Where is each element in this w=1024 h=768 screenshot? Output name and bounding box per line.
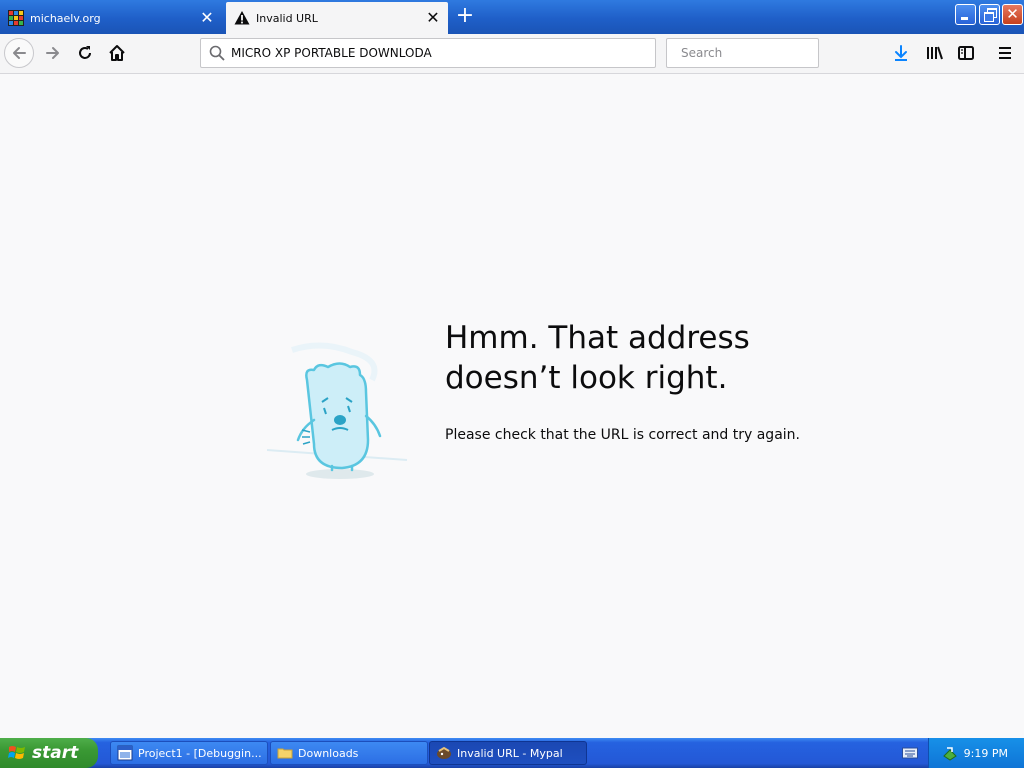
vb-project-icon (117, 745, 133, 761)
error-title: Hmm. That address doesn’t look right. (445, 320, 750, 396)
reload-icon (79, 46, 91, 59)
new-tab-button[interactable]: + (452, 4, 478, 30)
start-button[interactable]: start (0, 738, 98, 768)
site-favicon-icon (8, 10, 24, 26)
tab-michaelv[interactable]: michaelv.org ✕ (0, 2, 222, 34)
library-button[interactable] (923, 42, 945, 64)
task-label: Invalid URL - Mypal (457, 746, 563, 760)
start-label: start (32, 743, 79, 763)
confused-mascot-illustration (266, 342, 408, 479)
library-icon (927, 46, 943, 60)
task-label: Downloads (298, 746, 359, 760)
search-input[interactable] (681, 46, 831, 60)
search-icon (209, 45, 225, 61)
url-input[interactable] (231, 46, 655, 60)
tab-invalid-url[interactable]: Invalid URL ✕ (226, 2, 448, 34)
navigation-toolbar (0, 34, 1024, 74)
search-bar[interactable] (666, 38, 831, 68)
tab-title: Invalid URL (256, 11, 318, 25)
sidebar-toggle-button[interactable] (955, 42, 977, 64)
task-label: Project1 - [Debuggin... (138, 746, 262, 760)
keyboard-icon[interactable] (902, 746, 918, 760)
warning-icon (234, 11, 250, 25)
menu-button[interactable] (994, 42, 1016, 64)
close-icon: ✕ (1006, 5, 1019, 23)
tab-strip: michaelv.org ✕ Invalid URL ✕ + ✕ (0, 0, 1024, 34)
taskbar-item-downloads[interactable]: Downloads (270, 741, 428, 765)
close-tab-icon[interactable]: ✕ (200, 10, 214, 26)
close-window-button[interactable]: ✕ (1002, 4, 1023, 25)
sidebar-icon (958, 46, 974, 60)
home-icon (109, 45, 125, 61)
forward-button[interactable] (38, 38, 68, 68)
downloads-button[interactable] (890, 42, 912, 64)
system-tray: 9:19 PM (928, 738, 1024, 768)
reload-button[interactable] (70, 38, 100, 68)
error-description: Please check that the URL is correct and… (445, 427, 800, 443)
back-button[interactable] (4, 38, 34, 68)
address-bar[interactable] (200, 38, 656, 68)
minimize-button[interactable] (955, 4, 976, 25)
network-tray-icon[interactable] (941, 744, 959, 762)
folder-icon (277, 748, 293, 759)
close-tab-icon[interactable]: ✕ (426, 10, 440, 26)
windows-flag-icon (8, 746, 25, 759)
tab-title: michaelv.org (30, 11, 101, 25)
taskbar: start Project1 - [Debuggin... Downloads … (0, 738, 1024, 768)
mypal-browser-icon (437, 746, 451, 759)
download-arrow-icon (895, 45, 907, 61)
forward-arrow-icon (46, 47, 59, 59)
back-arrow-icon (13, 47, 26, 59)
restore-button[interactable] (979, 4, 1000, 25)
taskbar-item-project1[interactable]: Project1 - [Debuggin... (110, 741, 268, 765)
home-button[interactable] (102, 38, 132, 68)
clock[interactable]: 9:19 PM (964, 747, 1008, 760)
hamburger-menu-icon (999, 47, 1011, 59)
taskbar-item-mypal[interactable]: Invalid URL - Mypal (429, 741, 587, 765)
